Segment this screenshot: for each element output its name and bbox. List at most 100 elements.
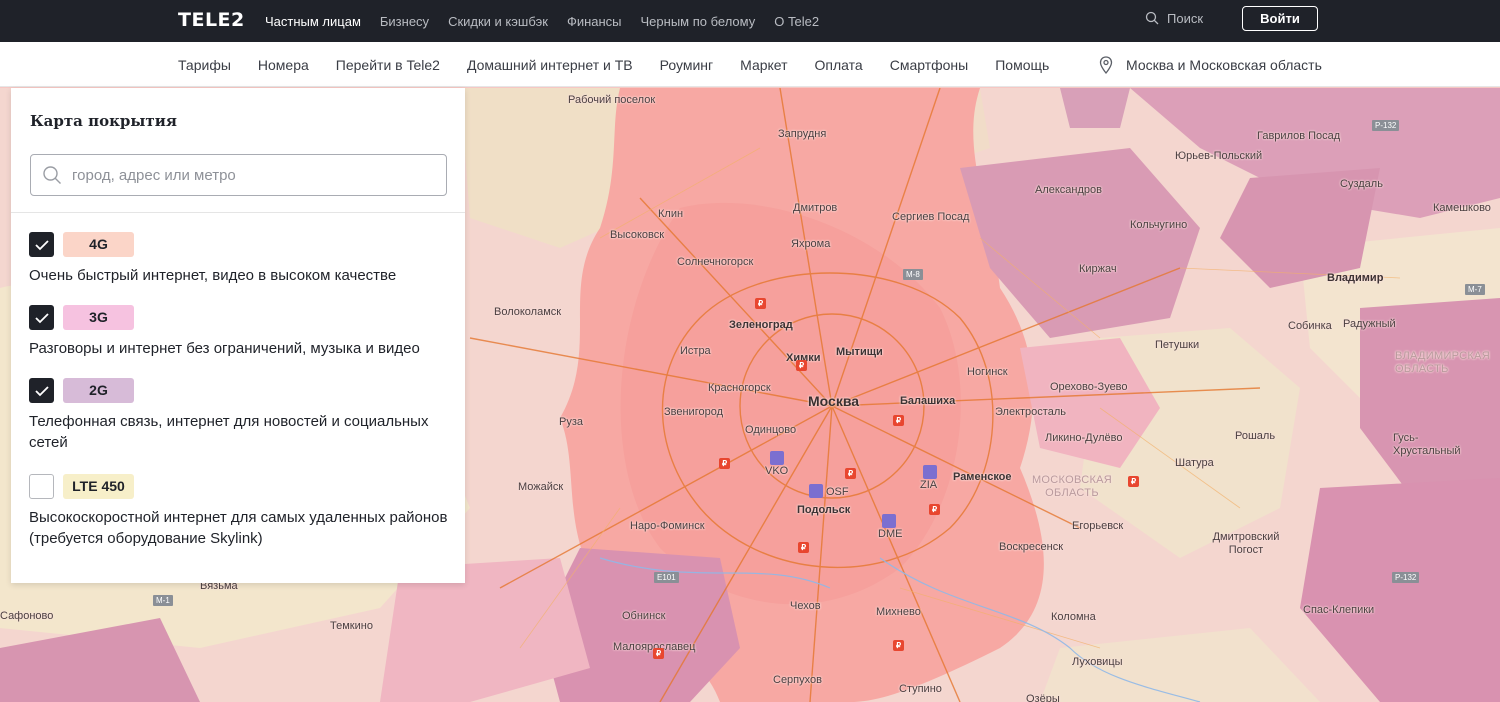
highway-shield: P-132 <box>1392 572 1420 583</box>
airport-label: DME <box>878 528 903 540</box>
city-label: Звенигород <box>664 406 724 418</box>
legend-item-2g: 2G Телефонная связь, интернет для новост… <box>29 378 449 453</box>
city-label: Александров <box>1035 184 1102 196</box>
airplane-icon[interactable] <box>770 451 784 465</box>
sub-nav-payment[interactable]: Оплата <box>815 57 863 73</box>
city-label: Балашиха <box>900 395 956 407</box>
region-selector[interactable]: Москва и Московская область <box>1099 42 1322 87</box>
airplane-icon[interactable] <box>882 514 896 528</box>
sub-nav-market[interactable]: Маркет <box>740 57 787 73</box>
top-navigation-bar: TELE2 Частным лицам Бизнесу Скидки и кэш… <box>0 0 1500 42</box>
city-label: Клин <box>658 208 684 220</box>
store-marker-icon[interactable]: ₽ <box>929 504 940 515</box>
airplane-icon[interactable] <box>923 465 937 479</box>
badge-3g: 3G <box>63 305 134 330</box>
city-label: Ликино-Дулёво <box>1045 432 1123 444</box>
city-label: Ступино <box>899 683 942 695</box>
checkbox-3g[interactable] <box>29 305 54 330</box>
panel-title: Карта покрытия <box>30 112 177 130</box>
sub-nav: Тарифы Номера Перейти в Tele2 Домашний и… <box>178 42 1076 87</box>
store-marker-icon[interactable]: ₽ <box>653 648 664 659</box>
sub-nav-switch[interactable]: Перейти в Tele2 <box>336 57 440 73</box>
tele2-logo[interactable]: TELE2 <box>178 8 245 32</box>
top-nav: Частным лицам Бизнесу Скидки и кэшбэк Фи… <box>265 0 838 42</box>
legend-description: Высокоскоростной интернет для самых удал… <box>29 509 448 547</box>
top-nav-finance[interactable]: Финансы <box>567 14 622 29</box>
region-label-vladimir-oblast: ВЛАДИМИРСКАЯ ОБЛАСТЬ <box>1395 350 1491 375</box>
city-label: Запрудня <box>778 128 827 140</box>
region-label: Москва и Московская область <box>1126 56 1322 73</box>
checkbox-2g[interactable] <box>29 378 54 403</box>
checkbox-lte450[interactable] <box>29 474 54 499</box>
top-nav-private[interactable]: Частным лицам <box>265 14 361 29</box>
city-label: Егорьевск <box>1072 520 1124 532</box>
checkbox-4g[interactable] <box>29 232 54 257</box>
city-label: Воскресенск <box>999 541 1064 553</box>
highway-shield: M-7 <box>1465 284 1485 295</box>
highway-shield: M-8 <box>903 269 923 280</box>
legend-description: Разговоры и интернет без ограничений, му… <box>29 340 420 357</box>
coverage-panel: Карта покрытия 4G Очень быстрый интернет… <box>11 88 465 583</box>
city-label: Кольчугино <box>1130 219 1188 231</box>
secondary-navigation-bar: Тарифы Номера Перейти в Tele2 Домашний и… <box>0 42 1500 87</box>
sub-nav-numbers[interactable]: Номера <box>258 57 309 73</box>
top-search-button[interactable]: Поиск <box>1145 0 1203 36</box>
city-label: Электросталь <box>995 406 1066 418</box>
location-pin-icon <box>1099 55 1113 74</box>
city-label: Суздаль <box>1340 178 1383 190</box>
store-marker-icon[interactable]: ₽ <box>798 542 809 553</box>
city-label: Высоковск <box>610 229 665 241</box>
sub-nav-roaming[interactable]: Роуминг <box>660 57 713 73</box>
top-nav-about[interactable]: О Tele2 <box>774 14 819 29</box>
sub-nav-smartphones[interactable]: Смартфоны <box>890 57 969 73</box>
checkmark-icon <box>34 239 49 250</box>
region-label-moscow-oblast: МОСКОВСКАЯ ОБЛАСТЬ <box>1031 474 1113 499</box>
city-label: Юрьев-Польский <box>1175 150 1263 162</box>
city-label: Серпухов <box>773 674 822 686</box>
city-label: Яхрома <box>791 238 831 250</box>
city-label: Истра <box>680 345 711 357</box>
city-label: Обнинск <box>622 610 666 622</box>
legend-description: Очень быстрый интернет, видео в высоком … <box>29 267 397 284</box>
city-label: Владимир <box>1327 272 1384 284</box>
search-label: Поиск <box>1167 10 1204 26</box>
city-label: Собинка <box>1288 320 1332 332</box>
store-marker-icon[interactable]: ₽ <box>845 468 856 479</box>
store-marker-icon[interactable]: ₽ <box>796 360 807 371</box>
city-label: Михнево <box>876 606 921 618</box>
top-nav-black-on-white[interactable]: Черным по белому <box>641 14 756 29</box>
city-label: Наро-Фоминск <box>630 520 705 532</box>
legend-item-4g: 4G Очень быстрый интернет, видео в высок… <box>29 232 449 286</box>
airplane-icon[interactable] <box>809 484 823 498</box>
legend-item-3g: 3G Разговоры и интернет без ограничений,… <box>29 305 449 359</box>
city-label: Дмитровский Погост <box>1212 531 1280 556</box>
city-label: Солнечногорск <box>677 256 754 268</box>
address-search-box[interactable] <box>30 154 447 196</box>
store-marker-icon[interactable]: ₽ <box>893 640 904 651</box>
city-label: Орехово-Зуево <box>1050 381 1128 393</box>
city-label: Спас-Клепики <box>1303 604 1375 616</box>
city-label: Раменское <box>953 471 1012 483</box>
sub-nav-help[interactable]: Помощь <box>995 57 1049 73</box>
store-marker-icon[interactable]: ₽ <box>1128 476 1139 487</box>
store-marker-icon[interactable]: ₽ <box>893 415 904 426</box>
city-label: Мытищи <box>836 346 883 358</box>
search-icon <box>43 166 61 184</box>
highway-shield: M-1 <box>153 595 173 606</box>
panel-divider <box>11 212 465 213</box>
store-marker-icon[interactable]: ₽ <box>755 298 766 309</box>
city-label: Камешково <box>1433 202 1491 214</box>
address-search-input[interactable] <box>72 166 432 184</box>
city-label: Волоколамск <box>494 306 562 318</box>
city-label: Рабочий поселок <box>568 94 656 106</box>
top-nav-discounts[interactable]: Скидки и кэшбэк <box>448 14 548 29</box>
sub-nav-tariffs[interactable]: Тарифы <box>178 57 231 73</box>
airport-label: OSF <box>826 486 849 498</box>
city-label: Петушки <box>1155 339 1200 351</box>
sub-nav-home-internet[interactable]: Домашний интернет и ТВ <box>467 57 633 73</box>
city-label: Шатура <box>1175 457 1214 469</box>
login-button[interactable]: Войти <box>1242 6 1318 31</box>
city-label: Киржач <box>1079 263 1117 275</box>
store-marker-icon[interactable]: ₽ <box>719 458 730 469</box>
top-nav-business[interactable]: Бизнесу <box>380 14 429 29</box>
